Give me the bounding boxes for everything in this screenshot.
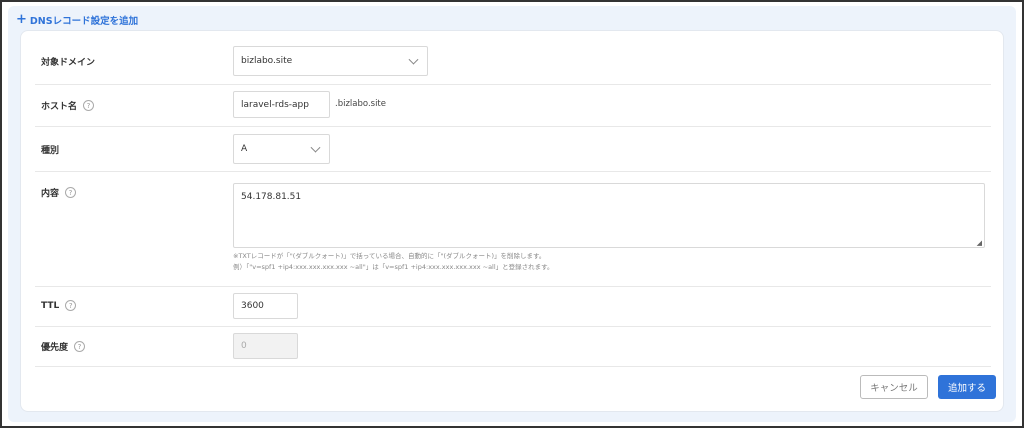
priority-label: 優先度? (41, 340, 86, 353)
content-note-1: ※TXTレコードが「"(ダブルクォート)」で括っている場合、自動的に「"(ダブル… (233, 252, 546, 260)
domain-label: 対象ドメイン (41, 58, 96, 68)
row-domain: 対象ドメイン bizlabo.site (35, 39, 991, 85)
host-suffix: .bizlabo.site (335, 99, 386, 109)
priority-input[interactable]: 0 (233, 333, 298, 359)
ttl-input[interactable]: 3600 (233, 293, 298, 319)
row-ttl: TTL? 3600 (35, 287, 991, 327)
help-icon[interactable]: ? (74, 341, 86, 352)
ttl-label: TTL? (41, 300, 77, 311)
help-icon[interactable]: ? (65, 187, 77, 198)
plus-icon: + (16, 12, 27, 27)
content-note-2: 例）「"v=spf1 +ip4:xxx.xxx.xxx.xxx ~all"」は「… (233, 263, 554, 271)
chevron-down-icon (408, 54, 419, 65)
domain-select[interactable]: bizlabo.site (233, 46, 428, 76)
add-button[interactable]: 追加する (938, 375, 996, 399)
help-icon[interactable]: ? (83, 100, 95, 111)
form-card: 対象ドメイン bizlabo.site ホスト名? laravel-rds-ap… (20, 30, 1004, 412)
cancel-button[interactable]: キャンセル (860, 375, 928, 399)
row-priority: 優先度? 0 (35, 327, 991, 367)
row-type: 種別 A (35, 127, 991, 172)
row-host: ホスト名? laravel-rds-app .bizlabo.site (35, 85, 991, 127)
type-select[interactable]: A (233, 134, 330, 164)
dns-add-panel: + DNSレコード設定を追加 対象ドメイン bizlabo.site ホスト名? … (8, 6, 1016, 422)
host-input[interactable]: laravel-rds-app (233, 91, 330, 118)
row-content: 内容? 54.178.81.51 ◢ ※TXTレコードが「"(ダブルクォート)」で… (35, 172, 991, 287)
help-icon[interactable]: ? (65, 300, 77, 311)
type-label: 種別 (41, 146, 60, 156)
content-textarea[interactable]: 54.178.81.51 ◢ (233, 183, 985, 248)
host-label: ホスト名? (41, 99, 95, 112)
content-label: 内容? (41, 186, 77, 199)
panel-title: + DNSレコード設定を追加 (16, 12, 139, 27)
chevron-down-icon (310, 142, 321, 153)
resize-handle-icon[interactable]: ◢ (977, 239, 982, 247)
